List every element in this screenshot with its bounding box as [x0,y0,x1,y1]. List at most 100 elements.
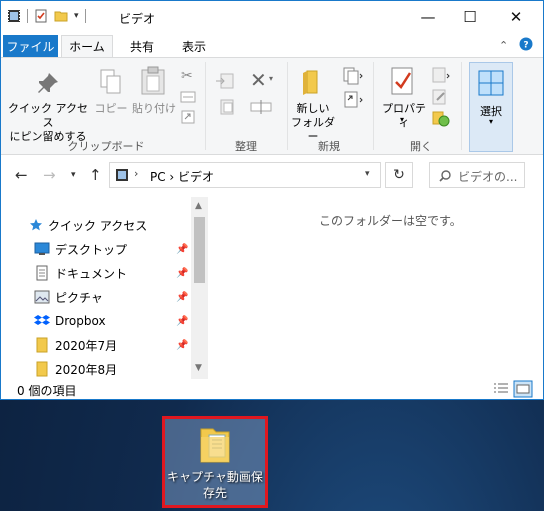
nav-quick-access[interactable]: クイック アクセス [1,214,191,236]
ribbon-tabs: ファイル ホーム 共有 表示 ⌃ ? [1,33,543,57]
group-clipboard-label: クリップボード [67,140,145,153]
paste-shortcut-icon[interactable] [181,110,195,124]
group-separator [205,62,206,150]
edit-icon[interactable] [431,88,453,106]
video-folder-icon [8,10,20,22]
easy-access-icon[interactable] [341,90,365,110]
search-icon [439,170,451,182]
explorer-window: ▾ ビデオ — ☐ ✕ ファイル ホーム 共有 表示 ⌃ ? クイック アクセス… [0,0,544,400]
separator [84,9,86,23]
tab-share[interactable]: 共有 [119,35,165,57]
desktop-folder-label: キャプチャ動画保存先 [167,470,263,500]
up-arrow-icon[interactable]: ↑ [89,166,102,184]
folder-icon [36,337,48,353]
svg-text:?: ? [523,41,528,51]
group-organize-label: 整理 [235,140,257,153]
nav-item-label: Dropbox [55,314,106,328]
address-dropdown-icon[interactable]: ▾ [365,169,370,179]
pinned-icon: 📌 [176,243,189,255]
rename-icon[interactable] [249,98,273,116]
select-button[interactable]: 選択 ▾ [469,62,513,152]
folder-icon [36,361,48,377]
copy-button[interactable]: コピー [91,102,131,116]
new-item-icon[interactable] [341,66,365,86]
nav-quick-access-label: クイック アクセス [48,218,148,233]
navigation-pane: クイック アクセス デスクトップ 📌 ドキュメント 📌 ピクチャ 📌 Dropb… [1,197,209,379]
pinned-icon: 📌 [176,291,189,303]
group-separator [373,62,374,150]
nav-item-label: ピクチャ [55,290,103,305]
nav-item-label: ドキュメント [55,266,128,281]
window-title: ビデオ [119,12,156,26]
nav-item-folder-july[interactable]: 2020年7月 📌 [1,334,191,356]
delete-dropdown-icon[interactable]: ▾ [269,74,273,83]
new-folder-line1: 新しい [296,102,330,115]
picture-icon [34,290,50,304]
desktop-folder-capture[interactable]: キャプチャ動画保存先 [162,416,268,508]
file-list[interactable]: このフォルダーは空です。 [211,197,543,379]
large-icons-view-icon[interactable] [513,380,533,398]
desktop-icon [34,242,50,255]
properties-large-icon [391,67,413,95]
delete-icon[interactable]: ✕ [250,68,267,92]
details-view-icon[interactable] [491,380,511,398]
tab-view[interactable]: 表示 [171,35,217,57]
tab-file[interactable]: ファイル [3,35,58,57]
customize-qat-icon[interactable]: ▾ [74,11,79,21]
nav-scrollbar[interactable]: ▲ ▼ [191,197,208,379]
back-arrow-icon[interactable]: ← [15,166,28,184]
ribbon: クイック アクセス にピン留めする コピー 貼り付け ✂ クリップボード ✕ ▾… [1,57,543,155]
refresh-icon: ↻ [393,167,405,183]
help-icon[interactable]: ? [519,37,533,54]
minimize-button[interactable]: — [405,1,451,33]
copy-to-icon[interactable] [215,98,239,116]
breadcrumb-separator-icon[interactable]: › [134,167,138,180]
title-bar: ▾ ビデオ — ☐ ✕ [1,1,543,33]
new-folder-large-icon [303,70,318,95]
pinned-icon: 📌 [176,339,189,351]
tab-home[interactable]: ホーム [61,35,113,57]
nav-item-dropbox[interactable]: Dropbox 📌 [1,310,191,332]
scroll-down-icon[interactable]: ▼ [195,363,202,373]
new-folder-icon[interactable] [54,9,68,23]
quick-access-toolbar: ▾ [7,9,86,23]
group-new-label: 新規 [318,140,340,153]
nav-item-desktop[interactable]: デスクトップ 📌 [1,238,191,260]
properties-icon[interactable] [34,9,48,23]
nav-item-folder-august[interactable]: 2020年8月 [1,358,191,380]
select-dropdown-icon: ▾ [488,117,493,126]
refresh-button[interactable]: ↻ [385,162,413,188]
empty-folder-message: このフォルダーは空です。 [319,214,462,228]
nav-item-documents[interactable]: ドキュメント 📌 [1,262,191,284]
move-to-icon[interactable] [215,72,239,90]
minimize-ribbon-icon[interactable]: ⌃ [499,39,508,52]
pin-icon [38,73,58,93]
breadcrumb[interactable]: PC › ビデオ [150,168,214,185]
nav-item-label: 2020年8月 [55,362,118,377]
search-input[interactable]: ビデオの... [429,162,525,188]
forward-arrow-icon[interactable]: → [43,166,56,184]
nav-item-label: デスクトップ [55,242,128,257]
history-icon[interactable] [431,110,453,128]
open-icon[interactable] [431,66,453,84]
paste-button[interactable]: 貼り付け [129,102,179,116]
close-button[interactable]: ✕ [493,1,539,33]
nav-item-pictures[interactable]: ピクチャ 📌 [1,286,191,308]
pinned-icon: 📌 [176,267,189,279]
copy-path-icon[interactable] [180,90,196,104]
pin-label-line1: クイック アクセス [8,102,88,129]
properties-dropdown-icon[interactable]: ▾ [400,115,404,124]
recent-locations-icon[interactable]: ▾ [71,170,76,180]
cut-icon[interactable]: ✂ [181,68,193,84]
maximize-button[interactable]: ☐ [447,1,493,33]
video-folder-icon [116,169,128,181]
item-count: 0 個の項目 [17,384,77,398]
document-icon [36,265,48,281]
star-icon [30,219,42,231]
scroll-up-icon[interactable]: ▲ [195,201,202,211]
group-separator [461,62,462,150]
address-bar[interactable]: › PC › ビデオ ▾ [109,162,381,188]
scrollbar-thumb[interactable] [194,217,205,283]
copy-icon [100,69,121,94]
pinned-icon: 📌 [176,315,189,327]
